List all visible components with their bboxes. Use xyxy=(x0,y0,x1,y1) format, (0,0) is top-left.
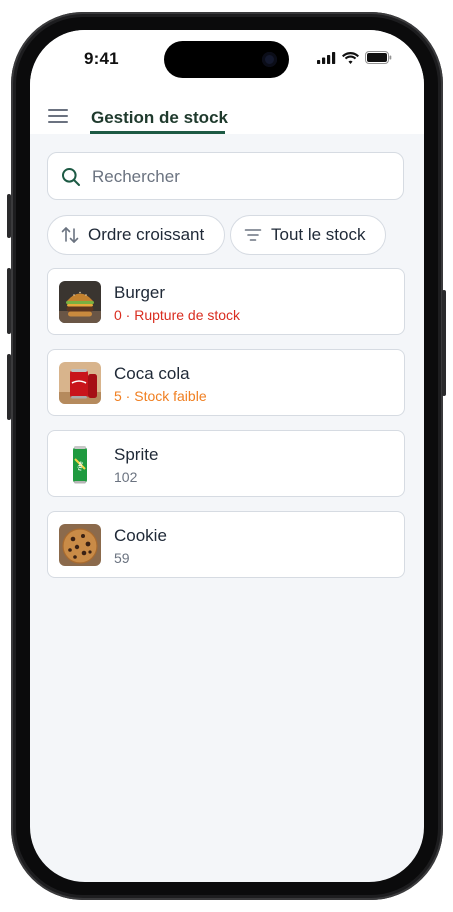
cookie-image xyxy=(59,524,101,566)
active-tab-indicator xyxy=(90,131,225,134)
sort-order-label: Ordre croissant xyxy=(88,225,205,244)
stock-count: 59 xyxy=(114,550,130,566)
sort-arrows-icon xyxy=(60,225,80,245)
stock-filter-label: Tout le stock xyxy=(271,225,366,244)
screen: 9:41 Gestion de stock Rechercher Ordre c… xyxy=(30,30,424,882)
product-name: Cookie xyxy=(114,526,167,545)
dynamic-island xyxy=(164,41,289,78)
camera-icon xyxy=(262,52,277,67)
filter-icon xyxy=(243,225,263,245)
search-input[interactable] xyxy=(90,165,384,189)
product-card-coca-cola[interactable]: Coca cola 5 · Stock faible xyxy=(47,349,405,416)
battery-icon xyxy=(365,51,392,64)
product-card-sprite[interactable]: rite Sprite 102 xyxy=(47,430,405,497)
search-icon xyxy=(61,167,81,192)
search-bar[interactable] xyxy=(47,152,404,200)
status-time: 9:41 xyxy=(84,49,119,68)
volume-up-button xyxy=(7,268,11,334)
sort-order-button[interactable]: Ordre croissant xyxy=(47,215,225,255)
volume-down-button xyxy=(7,354,11,420)
stock-count: 102 xyxy=(114,469,138,485)
wifi-icon xyxy=(342,51,359,64)
burger-image xyxy=(59,281,101,323)
stock-filter-button[interactable]: Tout le stock xyxy=(230,215,386,255)
page-title[interactable]: Gestion de stock xyxy=(91,108,228,128)
coca-cola-image xyxy=(59,362,101,404)
status-icons xyxy=(317,51,392,64)
product-name: Sprite xyxy=(114,445,159,464)
stock-status: 5 · Stock faible xyxy=(114,388,207,404)
cellular-signal-icon xyxy=(317,51,336,64)
stock-status: 0 · Rupture de stock xyxy=(114,307,241,323)
action-button xyxy=(7,194,11,238)
power-button xyxy=(442,290,446,396)
product-card-cookie[interactable]: Cookie 59 xyxy=(47,511,405,578)
product-name: Coca cola xyxy=(114,364,190,383)
app-header: 9:41 Gestion de stock xyxy=(30,30,424,134)
hamburger-menu-icon[interactable] xyxy=(48,108,68,124)
sprite-image: rite xyxy=(59,443,101,485)
product-name: Burger xyxy=(114,283,166,302)
product-card-burger[interactable]: Burger 0 · Rupture de stock xyxy=(47,268,405,335)
